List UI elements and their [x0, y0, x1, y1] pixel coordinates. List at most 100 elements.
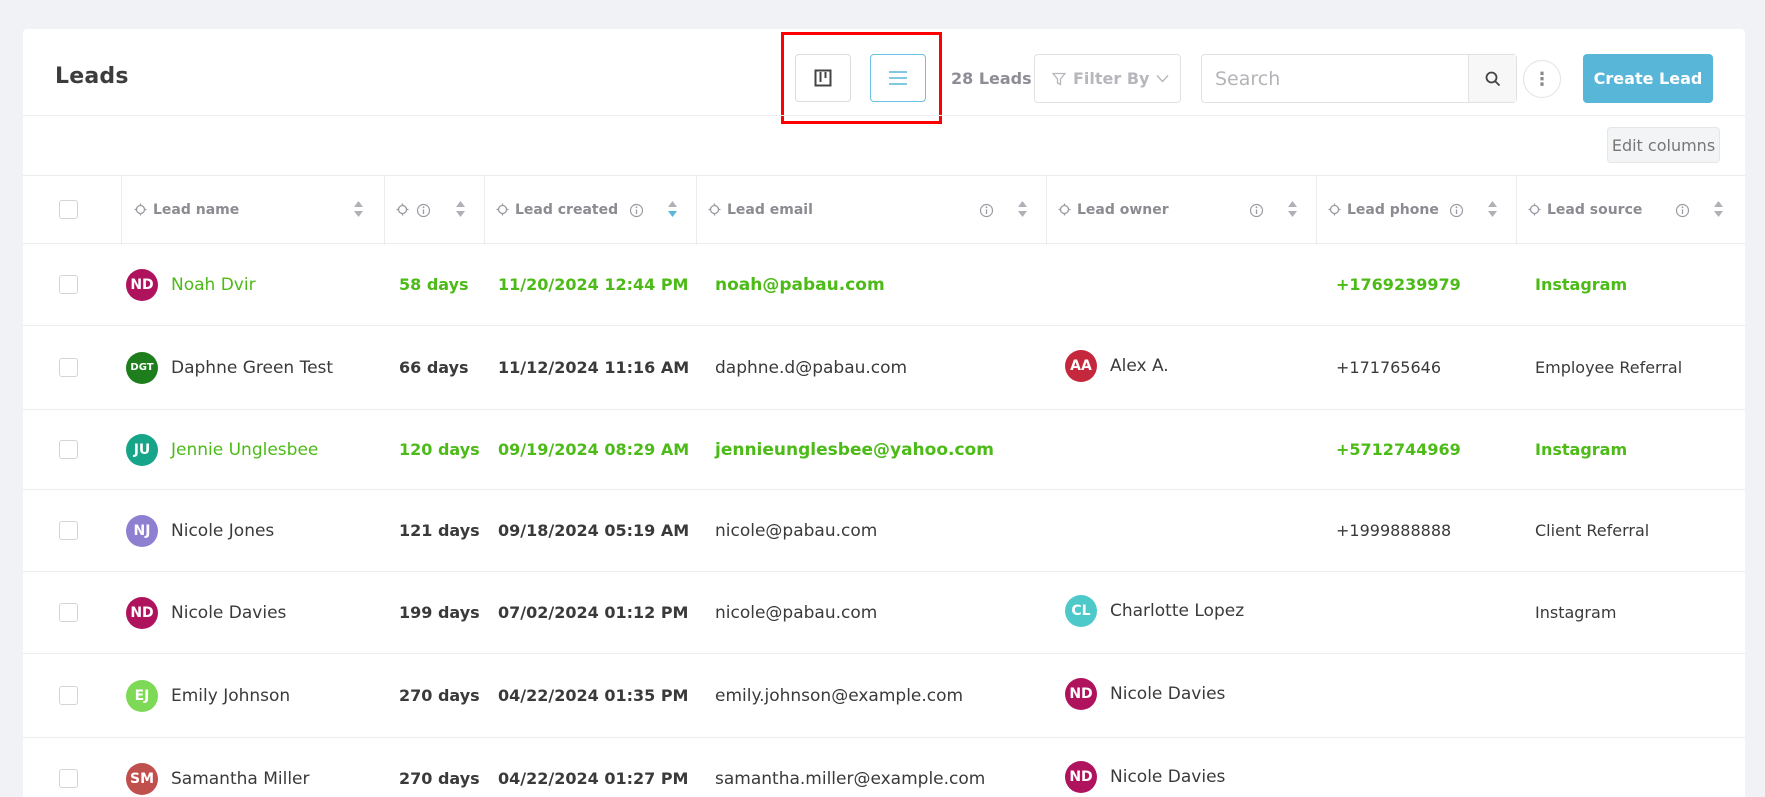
lead-email[interactable]: noah@pabau.com: [715, 244, 885, 325]
lead-name-link[interactable]: Noah Dvir: [171, 275, 256, 295]
chevron-down-icon: [1156, 75, 1170, 83]
table-row[interactable]: ND Noah Dvir 58 days 11/20/2024 12:44 PM noa…: [23, 244, 1745, 326]
lead-name-link[interactable]: Nicole Jones: [171, 521, 274, 541]
table-row[interactable]: SM Samantha Miller 270 days 04/22/2024 01:2…: [23, 738, 1745, 797]
more-vertical-icon: ⋮: [1533, 68, 1551, 90]
info-icon[interactable]: [629, 203, 644, 218]
lead-count: 28 Leads: [951, 69, 1032, 88]
page-title: Leads: [55, 64, 129, 89]
lead-owner: Nicole Davies: [1110, 766, 1226, 787]
sort-icon[interactable]: [1713, 200, 1724, 218]
list-icon: [889, 71, 907, 85]
row-checkbox[interactable]: [59, 686, 78, 705]
target-icon: [496, 203, 509, 216]
lead-email[interactable]: emily.johnson@example.com: [715, 654, 963, 737]
lead-owner: Charlotte Lopez: [1110, 600, 1245, 621]
lead-phone[interactable]: +1999888888: [1336, 490, 1451, 571]
column-header-lead-name[interactable]: Lead name: [134, 176, 239, 243]
lead-name-link[interactable]: Daphne Green Test: [171, 358, 333, 378]
lead-age: 66 days: [399, 358, 469, 377]
owner-avatar: ND: [1065, 677, 1097, 710]
create-lead-button[interactable]: Create Lead: [1583, 54, 1713, 103]
lead-phone[interactable]: +1769239979: [1336, 244, 1461, 325]
info-icon[interactable]: [416, 203, 431, 218]
lead-name-link[interactable]: Jennie Unglesbee: [171, 440, 318, 460]
sort-icon[interactable]: [455, 200, 466, 218]
lead-email[interactable]: samantha.miller@example.com: [715, 738, 985, 797]
kanban-view-button[interactable]: [795, 54, 851, 102]
lead-source: Instagram: [1535, 275, 1628, 294]
lead-avatar: EJ: [126, 679, 158, 712]
lead-created-date: 04/22/2024 01:27 PM: [498, 769, 689, 788]
lead-phone[interactable]: +5712744969: [1336, 410, 1461, 489]
info-icon[interactable]: [1449, 203, 1464, 218]
row-checkbox[interactable]: [59, 603, 78, 622]
leads-table: Lead name Lead created Lead email Lead owne…: [23, 175, 1745, 797]
lead-avatar: NJ: [126, 514, 158, 547]
search-input[interactable]: [1202, 55, 1468, 102]
lead-avatar: JU: [126, 433, 158, 466]
table-row[interactable]: DGT Daphne Green Test 66 days 11/12/2024 11…: [23, 326, 1745, 410]
row-checkbox[interactable]: [59, 769, 78, 788]
more-options-button[interactable]: ⋮: [1523, 60, 1561, 98]
list-view-button[interactable]: [870, 54, 926, 102]
sort-icon[interactable]: [1287, 200, 1298, 218]
target-icon: [396, 203, 409, 216]
lead-owner: Nicole Davies: [1110, 683, 1226, 704]
lead-email[interactable]: nicole@pabau.com: [715, 490, 877, 571]
lead-name-link[interactable]: Samantha Miller: [171, 769, 310, 789]
column-header-lead-source[interactable]: Lead source: [1528, 176, 1642, 243]
sort-icon[interactable]: [1017, 200, 1028, 218]
search-button[interactable]: [1468, 55, 1516, 102]
row-checkbox[interactable]: [59, 440, 78, 459]
column-header-lead-owner[interactable]: Lead owner: [1058, 176, 1169, 243]
lead-age: 121 days: [399, 521, 480, 540]
target-icon: [708, 203, 721, 216]
kanban-icon: [814, 69, 832, 87]
table-row[interactable]: NJ Nicole Jones 121 days 09/18/2024 05:19 A…: [23, 490, 1745, 572]
lead-name-link[interactable]: Nicole Davies: [171, 603, 286, 623]
owner-avatar: CL: [1065, 594, 1097, 627]
row-checkbox[interactable]: [59, 521, 78, 540]
table-header-row: Lead name Lead created Lead email Lead owne…: [23, 175, 1745, 245]
lead-source: Instagram: [1535, 603, 1617, 622]
target-icon: [1058, 203, 1071, 216]
column-header-age[interactable]: [396, 176, 415, 243]
row-checkbox[interactable]: [59, 275, 78, 294]
table-row[interactable]: ND Nicole Davies 199 days 07/02/2024 01:12 …: [23, 572, 1745, 654]
lead-source: Client Referral: [1535, 521, 1650, 540]
info-icon[interactable]: [1675, 203, 1690, 218]
lead-name-link[interactable]: Emily Johnson: [171, 686, 290, 706]
info-icon[interactable]: [979, 203, 994, 218]
lead-created-date: 04/22/2024 01:35 PM: [498, 686, 689, 705]
lead-age: 270 days: [399, 686, 480, 705]
table-row[interactable]: JU Jennie Unglesbee 120 days 09/19/2024 08:…: [23, 410, 1745, 490]
sort-icon[interactable]: [667, 200, 678, 218]
lead-created-date: 11/12/2024 11:16 AM: [498, 358, 690, 377]
column-header-label: Lead owner: [1077, 201, 1169, 218]
edit-columns-button[interactable]: Edit columns: [1607, 127, 1720, 163]
column-header-lead-created[interactable]: Lead created: [496, 176, 618, 243]
row-checkbox[interactable]: [59, 358, 78, 377]
filter-by-button[interactable]: Filter By: [1034, 54, 1181, 103]
leads-panel: Leads 28 Leads Filter By Search ⋮ Create…: [23, 29, 1745, 797]
info-icon[interactable]: [1249, 203, 1264, 218]
column-header-label: Lead phone: [1347, 201, 1439, 218]
column-header-lead-phone[interactable]: Lead phone: [1328, 176, 1439, 243]
lead-avatar: ND: [126, 596, 158, 629]
sort-icon[interactable]: [353, 200, 364, 218]
lead-created-date: 11/20/2024 12:44 PM: [498, 275, 689, 294]
lead-email[interactable]: daphne.d@pabau.com: [715, 326, 907, 409]
table-row[interactable]: EJ Emily Johnson 270 days 04/22/2024 01:35 …: [23, 654, 1745, 738]
target-icon: [134, 203, 147, 216]
lead-avatar: DGT: [126, 351, 158, 384]
column-header-label: Lead name: [153, 201, 240, 218]
column-header-lead-email[interactable]: Lead email: [708, 176, 813, 243]
sort-icon[interactable]: [1487, 200, 1498, 218]
select-all-checkbox[interactable]: [59, 200, 78, 219]
lead-phone[interactable]: +171765646: [1336, 326, 1441, 409]
search-icon: [1485, 71, 1500, 86]
lead-email[interactable]: jennieunglesbee@yahoo.com: [715, 410, 994, 489]
lead-email[interactable]: nicole@pabau.com: [715, 572, 877, 653]
lead-age: 270 days: [399, 769, 480, 788]
